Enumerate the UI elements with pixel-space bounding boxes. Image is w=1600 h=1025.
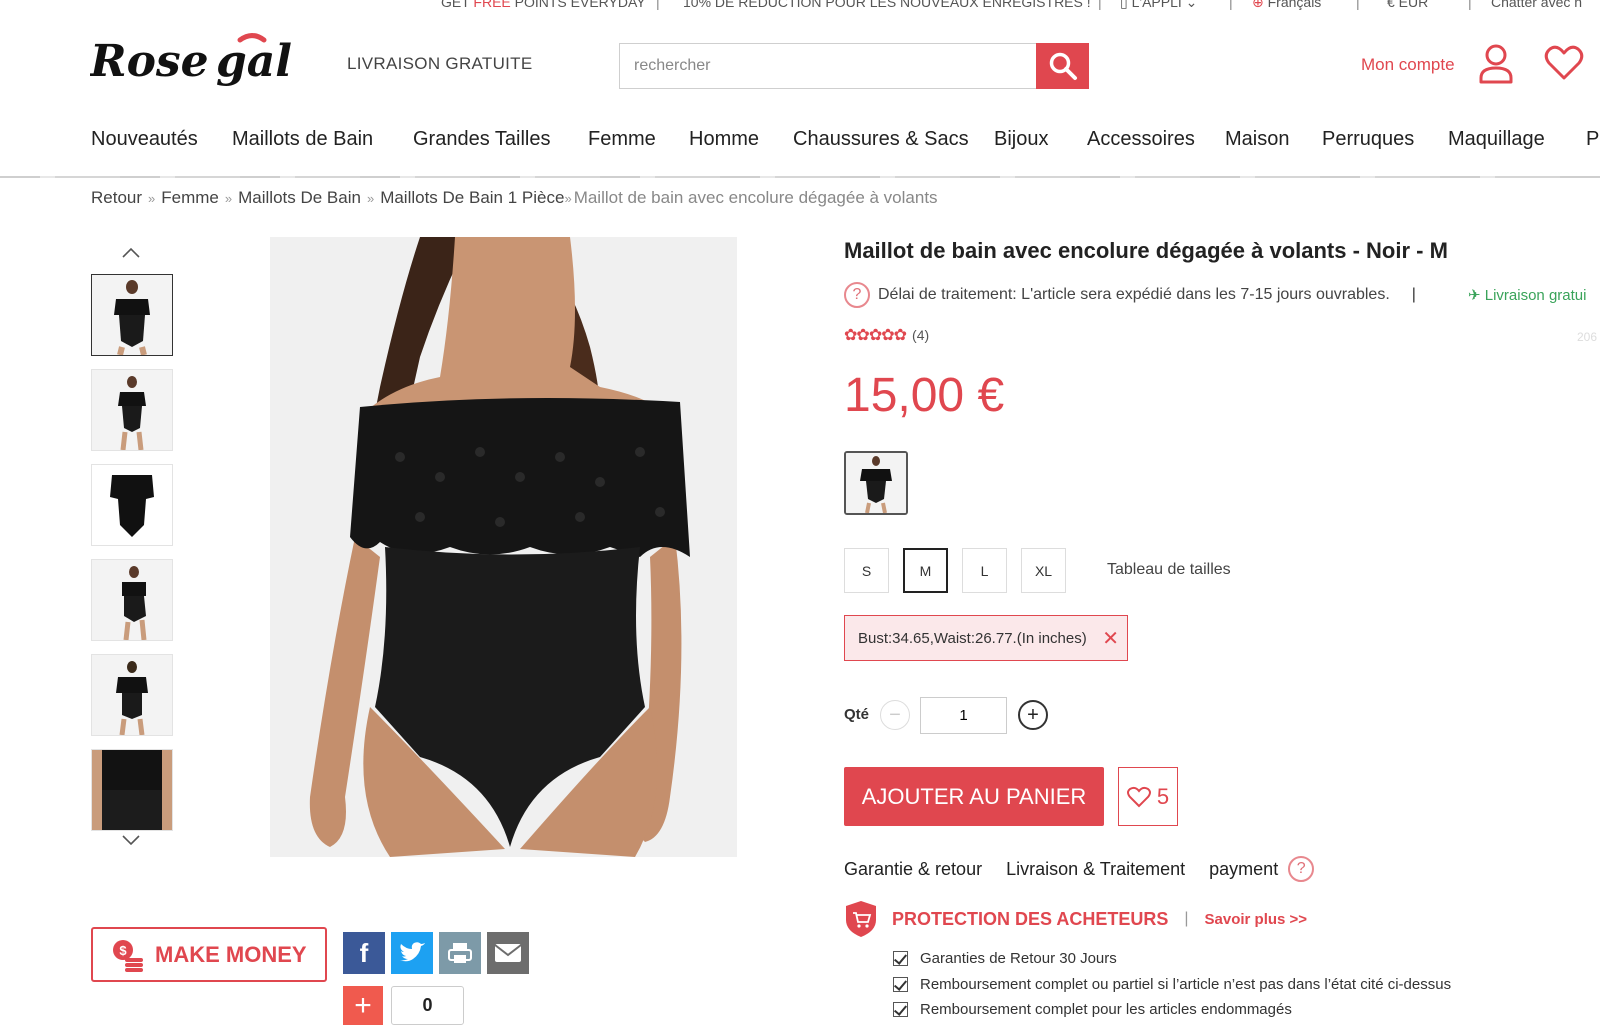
wishlist-count: 5 [1156,783,1170,809]
checkbox-icon [893,977,908,992]
free-shipping-tagline: LIVRAISON GRATUITE [347,54,533,73]
twitter-share-icon[interactable] [391,932,433,974]
account-link[interactable]: Mon compte [1361,55,1455,75]
coins-icon: $ [113,939,143,972]
product-rating[interactable]: ✿✿✿✿✿ (4) [844,325,929,345]
guarantee-item: Remboursement complet ou partiel si l’ar… [893,976,1451,993]
quantity-decrease-button[interactable]: − [880,700,910,730]
language-selector[interactable]: ⊕ Français [1252,0,1321,11]
shield-cart-icon [846,901,876,937]
plane-icon: ✈ [1468,287,1481,304]
rosegal-logo[interactable]: Rose gal [88,30,322,102]
checkbox-icon [893,1002,908,1017]
tab-shipping[interactable]: Livraison & Traitement [1006,859,1185,880]
nav-item-makeup[interactable]: Maquillage [1448,128,1545,151]
thumbnails-up-chevron-icon[interactable] [121,246,141,264]
size-option-xl[interactable]: XL [1021,548,1066,593]
search-button[interactable] [1036,43,1089,89]
nav-item-accessories[interactable]: Accessoires [1087,128,1195,151]
globe-icon: ⊕ [1252,0,1264,10]
guarantee-item: Remboursement complet pour les articles … [893,1001,1292,1018]
size-measurements: Bust:34.65,Waist:26.77.(In inches) ✕ [844,615,1128,661]
share-count: 0 [391,986,464,1025]
chat-link[interactable]: Chatter avec n [1491,0,1582,10]
search-input[interactable] [620,44,1038,88]
nav-item-wigs[interactable]: Perruques [1322,128,1414,151]
rose-rating-icons: ✿✿✿✿✿ [844,327,907,344]
currency-selector[interactable]: € EUR [1387,0,1428,10]
add-share-button[interactable]: + [343,986,383,1025]
product-title: Maillot de bain avec encolure dégagée à … [844,238,1448,263]
app-link[interactable]: ▯ L'APPLI ⌄ [1120,0,1197,11]
promo-bar: GET FREE POINTS EVERYDAY | 10% DE RÉDUCT… [0,0,1600,14]
nav-item-more[interactable]: Pr [1586,128,1600,151]
user-icon[interactable] [1479,44,1513,89]
facebook-share-icon[interactable]: f [343,932,385,974]
nav-item-swimwear[interactable]: Maillots de Bain [232,128,373,151]
sku-fragment: 206 [1577,330,1598,344]
size-option-l[interactable]: L [962,548,1007,593]
size-chart-link[interactable]: Tableau de tailles [1107,561,1231,579]
close-icon[interactable]: ✕ [1102,626,1119,651]
checkbox-icon [893,951,908,966]
product-thumbnail-2[interactable] [91,369,173,451]
heart-icon [1126,786,1151,807]
search-bar [619,43,1089,89]
breadcrumb-swimwear[interactable]: Maillots De Bain [238,188,361,207]
learn-more-link[interactable]: Savoir plus >> [1205,911,1308,928]
nav-item-men[interactable]: Homme [689,128,759,151]
processing-time: ? Délai de traitement: L'article sera ex… [844,282,1416,308]
breadcrumb-women[interactable]: Femme [161,188,219,207]
nav-item-home[interactable]: Maison [1225,128,1289,151]
print-icon[interactable] [439,932,481,974]
info-tabs: Garantie & retour Livraison & Traitement… [844,856,1338,882]
buyer-protection: PROTECTION DES ACHETEURS | Savoir plus >… [844,900,1307,938]
make-money-button[interactable]: $ MAKE MONEY [91,927,327,982]
phone-icon: ▯ [1120,0,1128,10]
product-thumbnail-5[interactable] [91,654,173,736]
add-to-cart-button[interactable]: AJOUTER AU PANIER [844,767,1104,826]
svg-text:Rose: Rose [90,36,209,87]
product-thumbnail-4[interactable] [91,559,173,641]
nav-item-women[interactable]: Femme [588,128,656,151]
product-thumbnail-6[interactable] [91,749,173,831]
free-shipping-link[interactable]: ✈ Livraison gratui [1468,286,1586,304]
free-points-promo[interactable]: GET FREE POINTS EVERYDAY [441,0,646,10]
question-icon[interactable]: ? [1288,856,1315,882]
discount-promo[interactable]: 10% DE RÉDUCTION POUR LES NOUVEAUX ENREG… [683,0,1091,10]
tab-payment[interactable]: payment [1209,859,1278,880]
color-swatch-black[interactable] [844,451,908,515]
svg-text:gal: gal [216,36,292,87]
wishlist-button[interactable]: 5 [1118,767,1178,826]
nav-item-shoes-bags[interactable]: Chaussures & Sacs [793,128,969,151]
email-share-icon[interactable] [487,932,529,974]
question-icon[interactable]: ? [844,282,870,308]
nav-item-jewelry[interactable]: Bijoux [994,128,1048,151]
quantity-increase-button[interactable]: + [1018,700,1048,730]
size-option-s[interactable]: S [844,548,889,593]
breadcrumb: Retour» Femme» Maillots De Bain» Maillots D… [91,188,938,207]
wishlist-heart-icon[interactable] [1544,45,1584,86]
product-price: 15,00 € [844,369,1005,422]
breadcrumb-back[interactable]: Retour [91,188,142,207]
product-main-image[interactable] [270,237,737,857]
guarantee-item: Garanties de Retour 30 Jours [893,950,1117,967]
breadcrumb-current: Maillot de bain avec encolure dégagée à … [573,188,938,207]
nav-divider [0,176,1600,178]
product-thumbnail-1[interactable] [91,274,173,356]
breadcrumb-one-piece[interactable]: Maillots De Bain 1 Pièce [380,188,564,207]
svg-text:$: $ [119,943,127,958]
nav-item-plus-size[interactable]: Grandes Tailles [413,128,550,151]
tab-warranty-return[interactable]: Garantie & retour [844,859,982,880]
product-thumbnail-3[interactable] [91,464,173,546]
nav-item-new[interactable]: Nouveautés [91,128,198,151]
quantity-label: Qté [844,706,870,723]
chevron-down-icon: ⌄ [1185,0,1198,10]
quantity-input[interactable] [920,697,1007,734]
thumbnails-down-chevron-icon[interactable] [121,833,141,851]
search-icon [1049,52,1077,80]
size-option-m[interactable]: M [903,548,948,593]
